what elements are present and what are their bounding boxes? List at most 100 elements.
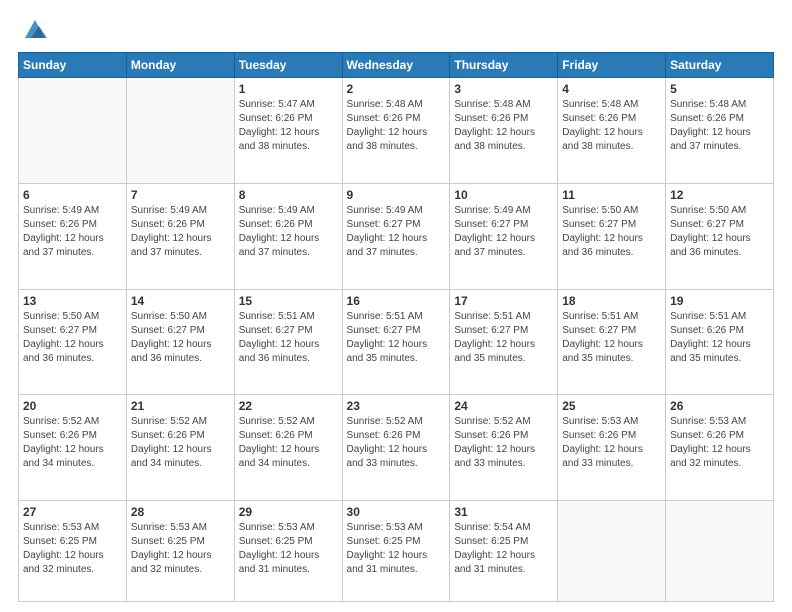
day-info: Sunrise: 5:53 AMSunset: 6:25 PMDaylight:… xyxy=(23,521,122,577)
calendar-week-4: 20 Sunrise: 5:52 AMSunset: 6:26 PMDayligh… xyxy=(19,395,774,501)
calendar-cell: 1 Sunrise: 5:47 AMSunset: 6:26 PMDaylight… xyxy=(234,78,342,184)
calendar-week-1: 1 Sunrise: 5:47 AMSunset: 6:26 PMDaylight… xyxy=(19,78,774,184)
calendar-cell: 12 Sunrise: 5:50 AMSunset: 6:27 PMDayligh… xyxy=(666,183,774,289)
calendar-cell: 17 Sunrise: 5:51 AMSunset: 6:27 PMDayligh… xyxy=(450,289,558,395)
day-number: 6 xyxy=(23,188,122,202)
day-info: Sunrise: 5:48 AMSunset: 6:26 PMDaylight:… xyxy=(347,98,446,154)
calendar-header-friday: Friday xyxy=(558,53,666,78)
calendar-header-tuesday: Tuesday xyxy=(234,53,342,78)
day-number: 25 xyxy=(562,399,661,413)
day-info: Sunrise: 5:52 AMSunset: 6:26 PMDaylight:… xyxy=(347,415,446,471)
calendar-cell: 9 Sunrise: 5:49 AMSunset: 6:27 PMDaylight… xyxy=(342,183,450,289)
calendar-cell: 11 Sunrise: 5:50 AMSunset: 6:27 PMDayligh… xyxy=(558,183,666,289)
day-number: 13 xyxy=(23,294,122,308)
day-info: Sunrise: 5:49 AMSunset: 6:26 PMDaylight:… xyxy=(239,204,338,260)
calendar-cell: 23 Sunrise: 5:52 AMSunset: 6:26 PMDayligh… xyxy=(342,395,450,501)
day-info: Sunrise: 5:53 AMSunset: 6:25 PMDaylight:… xyxy=(239,521,338,577)
day-info: Sunrise: 5:51 AMSunset: 6:27 PMDaylight:… xyxy=(454,310,553,366)
calendar-header-wednesday: Wednesday xyxy=(342,53,450,78)
day-number: 3 xyxy=(454,82,553,96)
calendar-week-5: 27 Sunrise: 5:53 AMSunset: 6:25 PMDayligh… xyxy=(19,501,774,602)
day-info: Sunrise: 5:53 AMSunset: 6:25 PMDaylight:… xyxy=(347,521,446,577)
day-info: Sunrise: 5:53 AMSunset: 6:25 PMDaylight:… xyxy=(131,521,230,577)
day-info: Sunrise: 5:48 AMSunset: 6:26 PMDaylight:… xyxy=(562,98,661,154)
day-number: 4 xyxy=(562,82,661,96)
calendar-cell: 14 Sunrise: 5:50 AMSunset: 6:27 PMDayligh… xyxy=(126,289,234,395)
day-number: 17 xyxy=(454,294,553,308)
day-info: Sunrise: 5:50 AMSunset: 6:27 PMDaylight:… xyxy=(562,204,661,260)
day-info: Sunrise: 5:48 AMSunset: 6:26 PMDaylight:… xyxy=(454,98,553,154)
day-number: 8 xyxy=(239,188,338,202)
day-number: 24 xyxy=(454,399,553,413)
day-info: Sunrise: 5:49 AMSunset: 6:27 PMDaylight:… xyxy=(454,204,553,260)
day-number: 28 xyxy=(131,505,230,519)
day-info: Sunrise: 5:53 AMSunset: 6:26 PMDaylight:… xyxy=(670,415,769,471)
page: SundayMondayTuesdayWednesdayThursdayFrid… xyxy=(0,0,792,612)
calendar-cell: 25Sunrise: 5:53 AMSunset: 6:26 PMDayligh… xyxy=(558,395,666,501)
calendar-cell: 24 Sunrise: 5:52 AMSunset: 6:26 PMDayligh… xyxy=(450,395,558,501)
calendar-cell: 2Sunrise: 5:48 AMSunset: 6:26 PMDaylight… xyxy=(342,78,450,184)
calendar-cell: 29 Sunrise: 5:53 AMSunset: 6:25 PMDayligh… xyxy=(234,501,342,602)
day-number: 11 xyxy=(562,188,661,202)
day-number: 21 xyxy=(131,399,230,413)
day-info: Sunrise: 5:50 AMSunset: 6:27 PMDaylight:… xyxy=(131,310,230,366)
day-number: 18 xyxy=(562,294,661,308)
logo-icon xyxy=(21,14,49,42)
calendar-week-3: 13 Sunrise: 5:50 AMSunset: 6:27 PMDayligh… xyxy=(19,289,774,395)
day-number: 10 xyxy=(454,188,553,202)
day-number: 30 xyxy=(347,505,446,519)
day-number: 7 xyxy=(131,188,230,202)
day-number: 16 xyxy=(347,294,446,308)
day-info: Sunrise: 5:52 AMSunset: 6:26 PMDaylight:… xyxy=(23,415,122,471)
day-info: Sunrise: 5:51 AMSunset: 6:27 PMDaylight:… xyxy=(239,310,338,366)
day-number: 1 xyxy=(239,82,338,96)
day-info: Sunrise: 5:52 AMSunset: 6:26 PMDaylight:… xyxy=(239,415,338,471)
day-number: 20 xyxy=(23,399,122,413)
day-info: Sunrise: 5:49 AMSunset: 6:26 PMDaylight:… xyxy=(23,204,122,260)
calendar-cell: 4 Sunrise: 5:48 AMSunset: 6:26 PMDaylight… xyxy=(558,78,666,184)
day-number: 29 xyxy=(239,505,338,519)
day-info: Sunrise: 5:49 AMSunset: 6:27 PMDaylight:… xyxy=(347,204,446,260)
calendar-cell: 20 Sunrise: 5:52 AMSunset: 6:26 PMDayligh… xyxy=(19,395,127,501)
calendar-week-2: 6 Sunrise: 5:49 AMSunset: 6:26 PMDaylight… xyxy=(19,183,774,289)
day-number: 27 xyxy=(23,505,122,519)
day-info: Sunrise: 5:54 AMSunset: 6:25 PMDaylight:… xyxy=(454,521,553,577)
day-info: Sunrise: 5:52 AMSunset: 6:26 PMDaylight:… xyxy=(131,415,230,471)
calendar-cell: 28 Sunrise: 5:53 AMSunset: 6:25 PMDayligh… xyxy=(126,501,234,602)
calendar-cell: 5 Sunrise: 5:48 AMSunset: 6:26 PMDaylight… xyxy=(666,78,774,184)
calendar-cell: 22 Sunrise: 5:52 AMSunset: 6:26 PMDayligh… xyxy=(234,395,342,501)
calendar-cell: 8 Sunrise: 5:49 AMSunset: 6:26 PMDaylight… xyxy=(234,183,342,289)
day-info: Sunrise: 5:51 AMSunset: 6:26 PMDaylight:… xyxy=(670,310,769,366)
calendar-cell: 15Sunrise: 5:51 AMSunset: 6:27 PMDayligh… xyxy=(234,289,342,395)
calendar-cell: 7 Sunrise: 5:49 AMSunset: 6:26 PMDaylight… xyxy=(126,183,234,289)
day-number: 14 xyxy=(131,294,230,308)
day-number: 22 xyxy=(239,399,338,413)
day-info: Sunrise: 5:49 AMSunset: 6:26 PMDaylight:… xyxy=(131,204,230,260)
day-info: Sunrise: 5:51 AMSunset: 6:27 PMDaylight:… xyxy=(347,310,446,366)
calendar-cell: 6 Sunrise: 5:49 AMSunset: 6:26 PMDaylight… xyxy=(19,183,127,289)
day-number: 26 xyxy=(670,399,769,413)
calendar-header-saturday: Saturday xyxy=(666,53,774,78)
calendar-header-row: SundayMondayTuesdayWednesdayThursdayFrid… xyxy=(19,53,774,78)
day-info: Sunrise: 5:52 AMSunset: 6:26 PMDaylight:… xyxy=(454,415,553,471)
calendar-cell: 30 Sunrise: 5:53 AMSunset: 6:25 PMDayligh… xyxy=(342,501,450,602)
calendar-header-thursday: Thursday xyxy=(450,53,558,78)
day-number: 5 xyxy=(670,82,769,96)
day-info: Sunrise: 5:47 AMSunset: 6:26 PMDaylight:… xyxy=(239,98,338,154)
calendar-cell xyxy=(19,78,127,184)
day-number: 19 xyxy=(670,294,769,308)
day-number: 23 xyxy=(347,399,446,413)
day-number: 9 xyxy=(347,188,446,202)
calendar-cell xyxy=(666,501,774,602)
calendar-header-monday: Monday xyxy=(126,53,234,78)
calendar-cell: 13Sunrise: 5:50 AMSunset: 6:27 PMDayligh… xyxy=(19,289,127,395)
day-number: 12 xyxy=(670,188,769,202)
logo xyxy=(18,18,49,42)
header xyxy=(18,18,774,42)
day-info: Sunrise: 5:48 AMSunset: 6:26 PMDaylight:… xyxy=(670,98,769,154)
calendar-cell: 18Sunrise: 5:51 AMSunset: 6:27 PMDayligh… xyxy=(558,289,666,395)
calendar-cell: 19 Sunrise: 5:51 AMSunset: 6:26 PMDayligh… xyxy=(666,289,774,395)
day-info: Sunrise: 5:50 AMSunset: 6:27 PMDaylight:… xyxy=(670,204,769,260)
calendar-table: SundayMondayTuesdayWednesdayThursdayFrid… xyxy=(18,52,774,602)
calendar-cell: 31Sunrise: 5:54 AMSunset: 6:25 PMDayligh… xyxy=(450,501,558,602)
